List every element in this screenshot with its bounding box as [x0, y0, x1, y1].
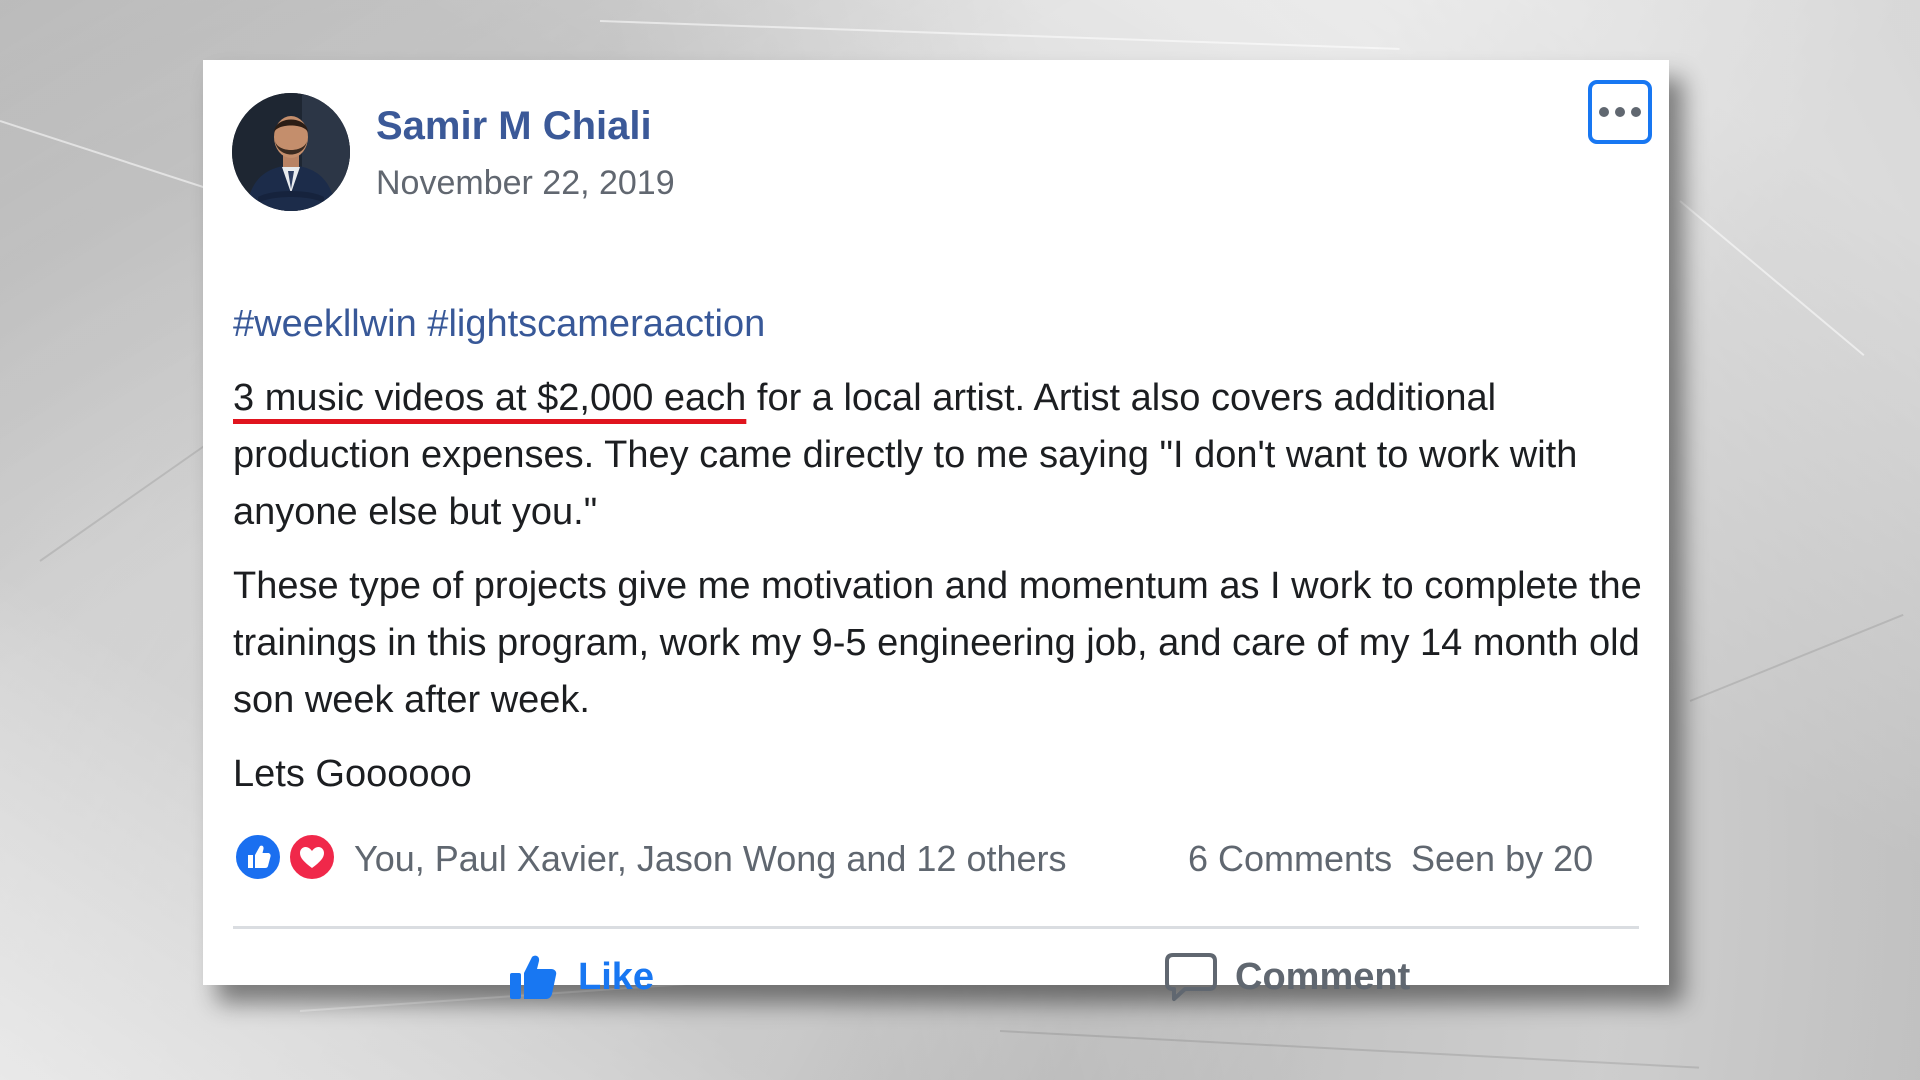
actions-divider	[233, 926, 1639, 929]
comment-bubble-icon	[1165, 953, 1217, 1001]
comment-label: Comment	[1235, 955, 1411, 998]
thumbs-up-icon	[510, 955, 557, 999]
avatar[interactable]	[232, 93, 350, 211]
reactors-list[interactable]: You, Paul Xavier, Jason Wong and 12 othe…	[354, 838, 1067, 880]
profile-photo	[232, 93, 350, 211]
highlighted-text: 3 music videos at $2,000 each	[233, 377, 747, 419]
author-name[interactable]: Samir M Chiali	[376, 104, 652, 149]
like-reaction-icon[interactable]	[233, 832, 283, 882]
more-options-button[interactable]	[1588, 80, 1652, 144]
more-options-icon	[1599, 107, 1609, 117]
love-reaction-icon[interactable]	[287, 832, 337, 882]
post-date[interactable]: November 22, 2019	[376, 164, 675, 203]
like-button[interactable]: Like	[506, 944, 654, 1010]
like-label: Like	[578, 955, 655, 998]
paper-crease	[599, 20, 1400, 50]
comments-count[interactable]: 6 Comments	[1188, 838, 1392, 880]
post-paragraph-3: Lets Goooooo	[233, 753, 472, 795]
post-paragraph-1: 3 music videos at $2,000 each for a loca…	[233, 370, 1653, 541]
paper-crease	[1679, 200, 1865, 357]
paper-crease	[999, 1030, 1700, 1069]
post-paragraph-2: These type of projects give me motivatio…	[233, 565, 1642, 721]
paper-crease	[1689, 613, 1904, 702]
seen-by-count[interactable]: Seen by 20	[1411, 838, 1593, 880]
post-hashtags[interactable]: #weekllwin #lightscameraaction	[233, 296, 1653, 353]
reactions-row: You, Paul Xavier, Jason Wong and 12 othe…	[233, 830, 1639, 888]
comment-button[interactable]: Comment	[1163, 944, 1410, 1010]
post-card: Samir M Chiali November 22, 2019 #weekll…	[203, 60, 1669, 1001]
more-options-icon-dot	[1631, 107, 1641, 117]
more-options-icon-dot	[1615, 107, 1625, 117]
